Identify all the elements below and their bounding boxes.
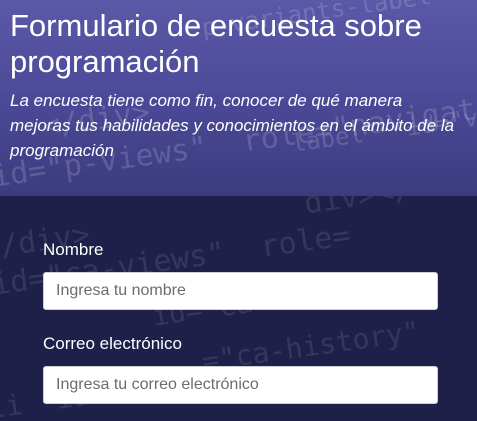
name-input[interactable] <box>43 272 438 310</box>
survey-header: </div> id="p-views" role="navigation" p-… <box>0 0 477 196</box>
survey-form: Nombre Correo electrónico <box>43 240 438 421</box>
email-label: Correo electrónico <box>43 334 182 353</box>
page-title: Formulario de encuesta sobre programació… <box>10 8 422 79</box>
survey-page: </div> div></ id="ca-views" role= id="ca… <box>0 0 477 421</box>
email-input[interactable] <box>43 366 438 404</box>
name-field-group: Nombre <box>43 240 438 310</box>
email-field-group: Correo electrónico <box>43 334 438 404</box>
name-label: Nombre <box>43 240 104 259</box>
page-description: La encuesta tiene como fin, conocer de q… <box>10 91 455 160</box>
